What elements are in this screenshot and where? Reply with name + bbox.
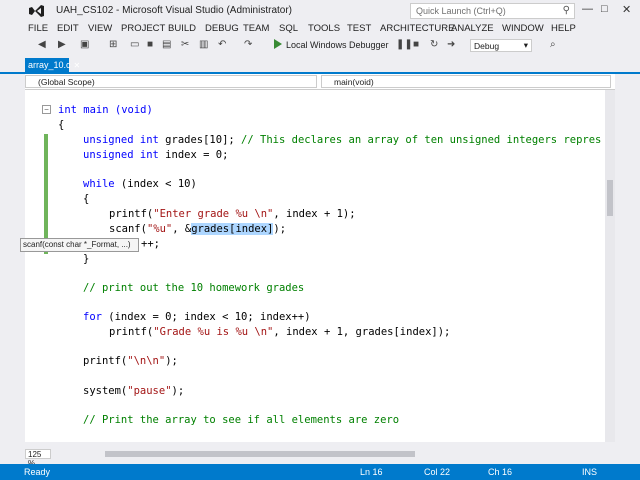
code-line: scanf("%u", &grades[index]);	[109, 223, 287, 235]
undo-icon[interactable]: ↶	[218, 39, 226, 50]
status-column: Col 22	[424, 467, 451, 477]
selected-text: grades[index]	[191, 223, 274, 235]
menu-tools[interactable]: TOOLS	[308, 23, 340, 34]
horizontal-scroll-thumb[interactable]	[105, 451, 415, 457]
visual-studio-logo-icon	[29, 5, 44, 17]
code-editor[interactable]: − int main (void) { unsigned int grades[…	[25, 90, 605, 442]
tab-array-10-c[interactable]: array_10.c ✕	[25, 58, 80, 72]
scope-value: (Global Scope)	[38, 77, 95, 87]
forward-icon[interactable]: ▶	[58, 39, 66, 50]
menu-bar: FILE EDIT VIEW PROJECT BUILD DEBUG TEAM …	[0, 22, 640, 36]
code-line: int main (void)	[58, 104, 153, 116]
parameter-info-tooltip: scanf(const char *_Format, ...)	[20, 238, 139, 252]
quick-launch-input[interactable]: Quick Launch (Ctrl+Q) ⚲	[410, 3, 575, 19]
cut-icon[interactable]: ✂	[181, 39, 189, 50]
horizontal-scrollbar[interactable]: 125 %	[25, 448, 615, 468]
chevron-down-icon: ▾	[523, 40, 528, 50]
vertical-scrollbar[interactable]	[605, 90, 615, 442]
menu-project[interactable]: PROJECT	[121, 23, 165, 34]
step-icon[interactable]: ➜	[447, 39, 455, 50]
maximize-button[interactable]: □	[601, 3, 608, 15]
menu-file[interactable]: FILE	[28, 23, 48, 34]
menu-debug[interactable]: DEBUG	[205, 23, 239, 34]
open-file-icon[interactable]: ▭	[130, 39, 139, 50]
menu-build[interactable]: BUILD	[168, 23, 196, 34]
menu-team[interactable]: TEAM	[243, 23, 269, 34]
document-tab-strip: array_10.c ✕	[0, 58, 640, 74]
configuration-dropdown[interactable]: Debug ▾	[470, 39, 532, 52]
menu-analyze[interactable]: ANALYZE	[451, 23, 494, 34]
stop-icon[interactable]: ■	[413, 39, 419, 50]
menu-test[interactable]: TEST	[347, 23, 371, 34]
function-value: main(void)	[334, 77, 374, 87]
find-icon[interactable]: ⌕	[550, 39, 556, 50]
debugger-label[interactable]: Local Windows Debugger	[286, 40, 389, 50]
code-line: }	[83, 253, 90, 265]
quick-launch-placeholder: Quick Launch (Ctrl+Q)	[416, 6, 506, 16]
navigation-bar: (Global Scope) main(void)	[25, 74, 615, 90]
search-icon: ⚲	[562, 5, 570, 16]
status-bar: Ready Ln 16 Col 22 Ch 16 INS	[0, 464, 640, 480]
code-line: // Print the array to see if all element…	[83, 414, 400, 426]
tab-label: array_10.c	[28, 60, 71, 70]
code-line: printf("Grade %u is %u \n", index + 1, g…	[109, 326, 451, 338]
new-project-icon[interactable]: ⊞	[109, 39, 117, 50]
configuration-value: Debug	[474, 41, 500, 51]
tooltip-text: scanf(const char *_Format, ...)	[23, 240, 131, 249]
save-all-icon[interactable]: ▤	[162, 39, 171, 50]
menu-help[interactable]: HELP	[551, 23, 576, 34]
solution-icon[interactable]: ▣	[80, 39, 89, 50]
code-line: {	[83, 193, 90, 205]
vertical-scroll-thumb[interactable]	[607, 180, 613, 216]
menu-architecture[interactable]: ARCHITECTURE	[380, 23, 454, 34]
status-char: Ch 16	[488, 467, 513, 477]
close-tab-icon[interactable]: ✕	[74, 61, 81, 70]
change-indicator	[44, 134, 48, 254]
menu-view[interactable]: VIEW	[88, 23, 112, 34]
code-line: // print out the 10 homework grades	[83, 282, 305, 294]
title-bar: UAH_CS102 - Microsoft Visual Studio (Adm…	[0, 0, 640, 22]
code-line: for (index = 0; index < 10; index++)	[83, 311, 311, 323]
code-line: printf("\n\n");	[83, 355, 178, 367]
scope-dropdown[interactable]: (Global Scope)	[25, 75, 317, 88]
redo-icon[interactable]: ↷	[244, 39, 252, 50]
code-line: system("pause");	[83, 385, 185, 397]
status-insert-mode: INS	[582, 467, 598, 477]
code-line: unsigned int index = 0;	[83, 149, 229, 161]
pause-icon[interactable]: ❚❚	[396, 39, 413, 50]
window-title: UAH_CS102 - Microsoft Visual Studio (Adm…	[56, 5, 293, 16]
paste-icon[interactable]: ▥	[199, 39, 208, 50]
zoom-dropdown[interactable]: 125 %	[25, 449, 51, 468]
code-line: unsigned int grades[10]; // This declare…	[83, 134, 602, 146]
code-line: while (index < 10)	[83, 178, 197, 190]
toolbar: ◀ ▶ ▣ ⊞ ▭ ■ ▤ ✂ ▥ ↶ ↷ Local Windows Debu…	[0, 36, 640, 56]
minimize-button[interactable]: —	[582, 3, 593, 15]
code-line: printf("Enter grade %u \n", index + 1);	[109, 208, 356, 220]
code-line: ++;	[141, 238, 160, 250]
menu-window[interactable]: WINDOW	[502, 23, 544, 34]
menu-edit[interactable]: EDIT	[57, 23, 79, 34]
back-icon[interactable]: ◀	[38, 39, 46, 50]
save-icon[interactable]: ■	[147, 39, 153, 50]
close-button[interactable]: ✕	[622, 3, 631, 16]
menu-sql[interactable]: SQL	[279, 23, 298, 34]
start-debugging-icon[interactable]	[274, 39, 282, 49]
code-line: {	[58, 119, 65, 131]
collapse-icon[interactable]: −	[42, 105, 51, 114]
function-dropdown[interactable]: main(void)	[321, 75, 611, 88]
status-line: Ln 16	[360, 467, 383, 477]
restart-icon[interactable]: ↻	[430, 39, 438, 50]
status-ready: Ready	[24, 467, 51, 477]
